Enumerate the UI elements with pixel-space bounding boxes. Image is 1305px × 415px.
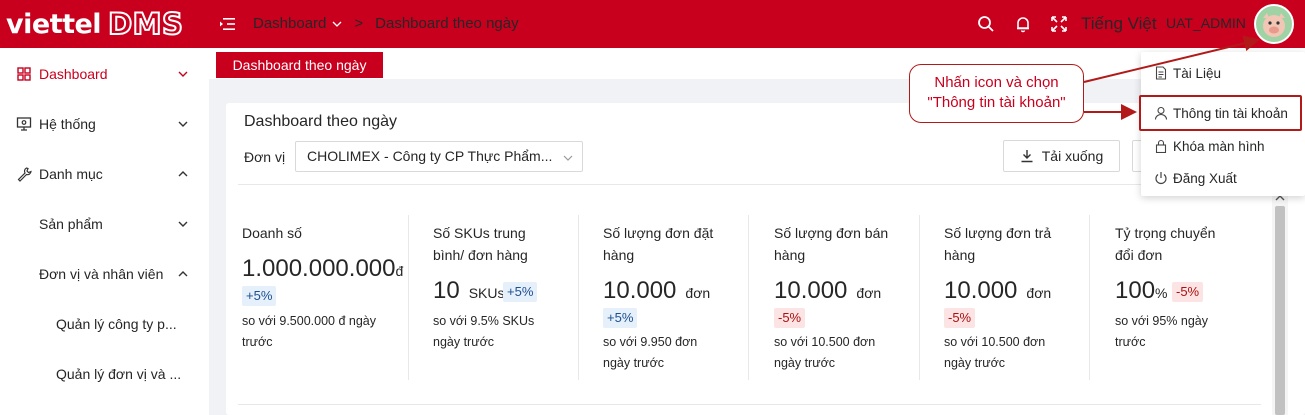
chevron-down-icon <box>563 155 573 161</box>
stat-value: 100% <box>1115 277 1168 304</box>
username[interactable]: UAT_ADMIN <box>1166 15 1246 31</box>
stat-title: Số SKUs trung bình/ đơn hàng <box>433 225 528 263</box>
trend-badge: -5% <box>944 308 976 328</box>
stat-title: Số lượng đơn bán hàng <box>774 225 889 263</box>
menu-item-label: Khóa màn hình <box>1173 138 1265 154</box>
trend-badge: +5% <box>603 308 638 328</box>
search-icon[interactable] <box>976 14 996 34</box>
trend-badge: -5% <box>1172 282 1204 302</box>
dashboard-icon <box>17 67 31 81</box>
menu-item-dang-xuat[interactable]: Đăng Xuất <box>1141 162 1305 194</box>
divider <box>238 404 1261 405</box>
bell-icon[interactable] <box>1013 14 1033 34</box>
sidebar-item-label: Quản lý đơn vị và ... <box>56 366 182 382</box>
sidebar-item-don-vi-nhan-vien[interactable]: Đơn vị và nhân viên <box>0 249 209 299</box>
stat-divider <box>408 215 409 380</box>
download-label: Tải xuống <box>1041 148 1104 164</box>
avatar-image <box>1263 13 1285 37</box>
stat-divider <box>578 215 579 380</box>
stat-compare: so với 10.500 đơn ngày trước <box>944 335 1046 370</box>
stat-compare: so với 9.950 đơn ngày trước <box>603 335 698 370</box>
chevron-up-icon <box>178 271 188 277</box>
avatar[interactable] <box>1254 4 1294 44</box>
menu-item-khoa-man-hinh[interactable]: Khóa màn hình <box>1141 130 1305 162</box>
page-title: Dashboard theo ngày <box>244 113 397 130</box>
download-button[interactable]: Tải xuống <box>1003 140 1120 172</box>
breadcrumb: Dashboard > Dashboard theo ngày <box>253 15 519 32</box>
unit-label: Đơn vị <box>244 149 286 165</box>
menu-item-label: Tài Liệu <box>1173 65 1222 81</box>
unit-select[interactable]: CHOLIMEX - Công ty CP Thực Phẩm... <box>295 141 583 172</box>
chevron-down-icon <box>178 71 188 77</box>
sidebar-item-label: Đơn vị và nhân viên <box>39 266 164 282</box>
menu-item-label: Đăng Xuất <box>1173 170 1237 186</box>
breadcrumb-separator: > <box>354 15 364 32</box>
highlight-box <box>1139 95 1302 131</box>
trend-badge: -5% <box>774 308 806 328</box>
document-icon <box>1155 66 1167 80</box>
chevron-down-icon <box>178 221 188 227</box>
chevron-up-icon <box>178 171 188 177</box>
stat-compare: so với 10.500 đơn ngày trước <box>774 335 876 370</box>
sidebar-item-label: Quản lý công ty p... <box>56 316 177 332</box>
wrench-icon <box>17 167 32 182</box>
stat-value: 10.000 đơn <box>774 277 882 304</box>
sidebar-item-he-thong[interactable]: Hệ thống <box>0 99 209 149</box>
divider <box>238 184 1261 185</box>
fullscreen-icon[interactable] <box>1049 14 1069 34</box>
stat-value: 10.000 đơn <box>603 277 711 304</box>
trend-badge: +5% <box>503 282 538 302</box>
menu-fold-icon[interactable] <box>218 14 238 34</box>
chevron-down-icon <box>178 121 188 127</box>
annotation-callout: Nhấn icon và chọn "Thông tin tài khoản" <box>909 64 1084 123</box>
lock-icon <box>1155 139 1167 153</box>
sidebar-item-san-pham[interactable]: Sản phẩm <box>0 199 209 249</box>
callout-line: "Thông tin tài khoản" <box>927 94 1066 111</box>
stat-title: Số lượng đơn đặt hàng <box>603 225 714 263</box>
stat-compare: so với 95% ngày trước <box>1115 314 1208 349</box>
tab-dashboard-theo-ngay[interactable]: Dashboard theo ngày <box>216 52 383 78</box>
stat-compare: so với 9.500.000 đ ngày trước <box>242 314 376 349</box>
stat-value: 1.000.000.000đ <box>242 255 404 282</box>
trend-badge: +5% <box>242 286 277 306</box>
stat-value: 10 SKUs <box>433 277 505 304</box>
callout-line: Nhấn icon và chọn <box>934 74 1059 91</box>
stat-title: Tỷ trọng chuyển đổi đơn <box>1115 225 1216 263</box>
app-logo[interactable]: viettel DMS <box>6 6 184 42</box>
logo-sub-text: DMS <box>107 6 184 42</box>
stat-value: 10.000 đơn <box>944 277 1052 304</box>
sidebar-item-dashboard[interactable]: Dashboard <box>0 49 209 99</box>
stat-divider <box>748 215 749 380</box>
sidebar-item-label: Dashboard <box>39 66 108 82</box>
sidebar-item-danh-muc[interactable]: Danh mục <box>0 149 209 199</box>
scrollbar-thumb[interactable] <box>1275 206 1285 415</box>
breadcrumb-item-dashboard[interactable]: Dashboard <box>253 15 326 32</box>
power-icon <box>1155 172 1167 185</box>
stat-title: Số lượng đơn trả hàng <box>944 225 1052 263</box>
sidebar-item-label: Danh mục <box>39 166 103 182</box>
menu-item-tai-lieu[interactable]: Tài Liệu <box>1141 57 1305 89</box>
stat-compare: so với 9.5% SKUs ngày trước <box>433 314 535 349</box>
stat-divider <box>919 215 920 380</box>
logo-text: viettel <box>6 8 102 40</box>
sidebar-item-quan-ly-cong-ty[interactable]: Quản lý công ty p... <box>0 299 209 349</box>
chevron-down-icon[interactable] <box>332 19 342 29</box>
download-icon <box>1021 150 1033 163</box>
stat-title: Doanh số <box>242 225 302 241</box>
unit-select-value: CHOLIMEX - Công ty CP Thực Phẩm... <box>307 148 553 164</box>
breadcrumb-item-current: Dashboard theo ngày <box>375 15 519 32</box>
stat-divider <box>1089 215 1090 380</box>
language-switch[interactable]: Tiếng Việt <box>1081 14 1157 34</box>
sidebar-item-quan-ly-don-vi[interactable]: Quản lý đơn vị và ... <box>0 349 209 399</box>
monitor-icon <box>16 117 32 131</box>
sidebar-item-label: Sản phẩm <box>39 216 103 232</box>
sidebar-item-label: Hệ thống <box>39 116 96 132</box>
